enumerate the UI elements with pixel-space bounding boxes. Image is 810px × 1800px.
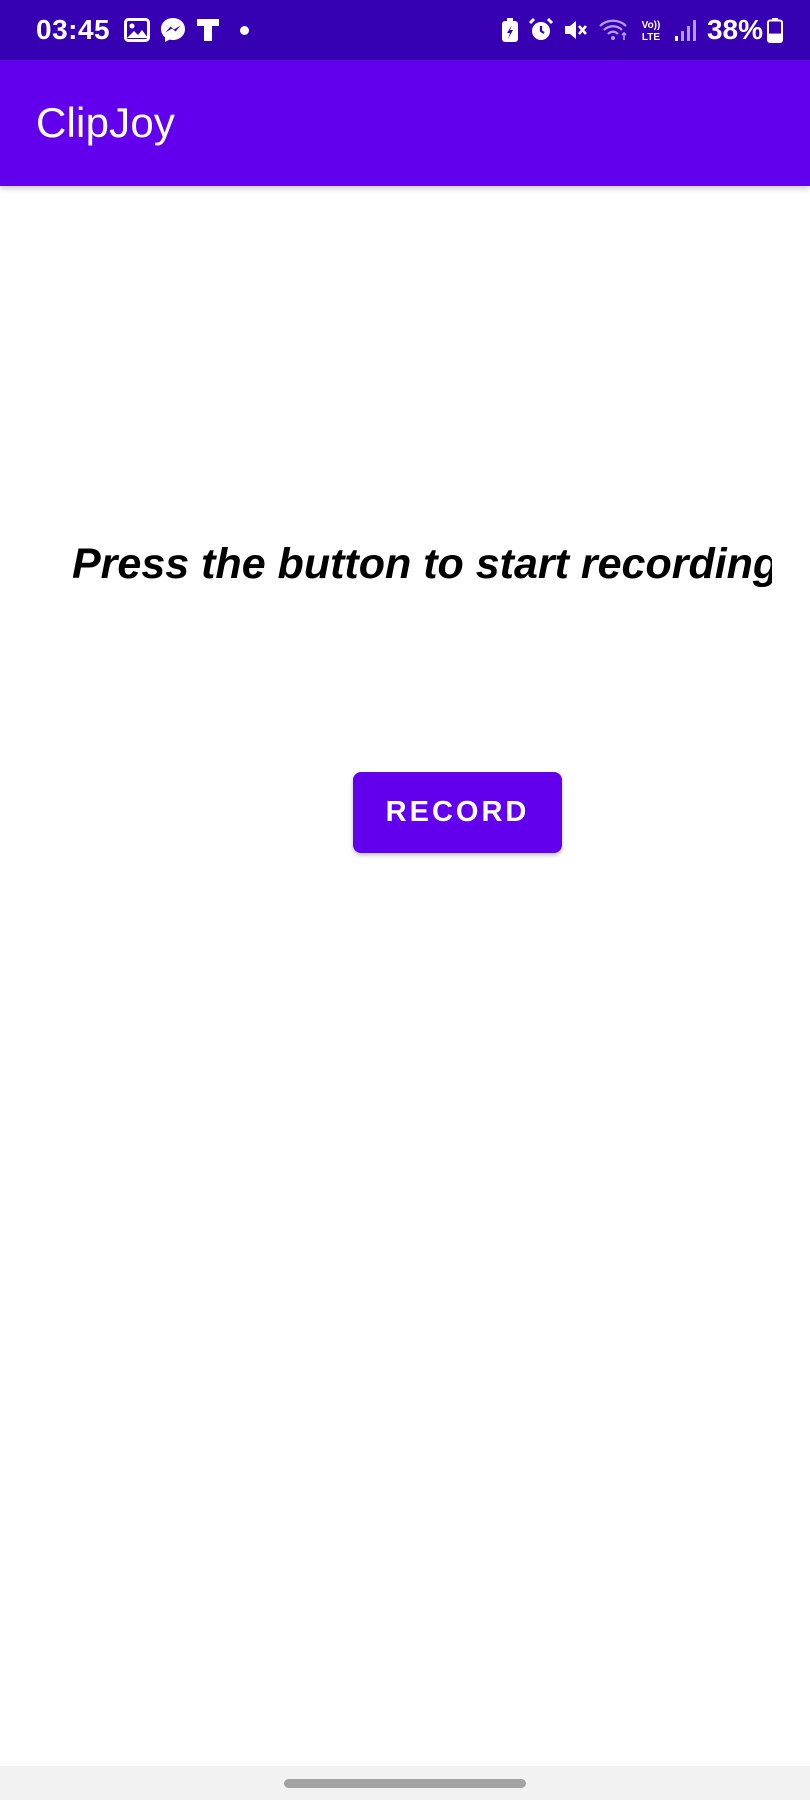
- status-bar-left: 03:45: [36, 14, 250, 46]
- signal-icon: [674, 18, 696, 42]
- home-gesture-handle[interactable]: [284, 1778, 526, 1788]
- record-button[interactable]: RECORD: [353, 772, 562, 853]
- battery-icon: [767, 17, 783, 43]
- status-bar-right: Vo)) LTE 38%: [501, 14, 792, 46]
- volte-label-bottom: LTE: [642, 32, 660, 43]
- battery-saver-icon: [501, 17, 519, 43]
- t-app-icon: [196, 18, 220, 42]
- volte-label-top: Vo)): [642, 20, 661, 31]
- status-bar: 03:45 Vo)) LTE 38%: [0, 0, 810, 60]
- recording-prompt: Press the button to start recording: [72, 540, 772, 588]
- mute-icon: [563, 18, 589, 42]
- app-screen: 03:45 Vo)) LTE 38% ClipJoy Press the but…: [0, 0, 810, 1800]
- app-bar: ClipJoy: [0, 60, 810, 186]
- notification-dot: [240, 25, 250, 35]
- navigation-bar: [0, 1766, 810, 1800]
- wifi-icon: [598, 18, 628, 42]
- status-time: 03:45: [36, 14, 111, 45]
- gallery-icon: [124, 18, 151, 42]
- battery-percent: 38%: [706, 14, 763, 45]
- volte-icon: Vo)) LTE: [637, 17, 665, 43]
- app-title: ClipJoy: [36, 99, 176, 146]
- messenger-icon: [160, 17, 186, 43]
- alarm-icon: [528, 17, 554, 43]
